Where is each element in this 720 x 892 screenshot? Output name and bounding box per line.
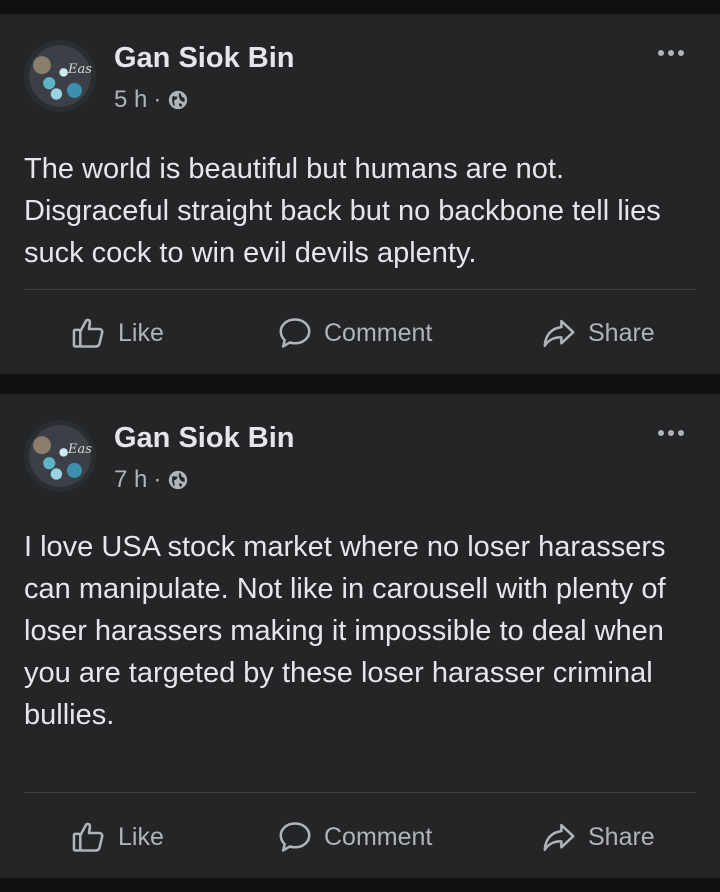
like-label: Like: [118, 822, 164, 851]
share-button[interactable]: Share: [540, 802, 655, 872]
post-actions: Like Comment Share: [24, 802, 696, 872]
author-name[interactable]: Gan Siok Bin: [114, 42, 294, 75]
comment-icon: [279, 318, 311, 348]
like-label: Like: [118, 318, 164, 347]
like-button[interactable]: Like: [70, 802, 164, 872]
more-dot-icon: [668, 430, 674, 436]
more-dot-icon: [668, 50, 674, 56]
post-meta: 5 h ·: [114, 86, 189, 114]
thumbs-up-icon: [72, 822, 104, 852]
share-icon: [543, 823, 575, 851]
post-header: Eas Gan Siok Bin 7 h ·: [24, 420, 696, 500]
author-name[interactable]: Gan Siok Bin: [114, 422, 294, 455]
post-meta: 7 h ·: [114, 466, 189, 494]
comment-label: Comment: [324, 822, 433, 851]
more-dot-icon: [658, 50, 664, 56]
comment-button[interactable]: Comment: [276, 802, 432, 872]
comment-icon: [279, 822, 311, 852]
more-dot-icon: [678, 50, 684, 56]
post-header: Eas Gan Siok Bin 5 h ·: [24, 40, 696, 120]
avatar[interactable]: Eas: [24, 420, 96, 492]
avatar-text: Eas: [68, 442, 92, 457]
comment-label: Comment: [324, 318, 433, 347]
post-card: Eas Gan Siok Bin 7 h · I love USA stock …: [0, 394, 720, 878]
divider: [24, 792, 696, 793]
divider: [24, 289, 696, 290]
share-button[interactable]: Share: [540, 298, 655, 368]
globe-icon: [169, 470, 188, 490]
post-actions: Like Comment Share: [24, 298, 696, 368]
like-button[interactable]: Like: [70, 298, 164, 368]
avatar-text: Eas: [68, 62, 92, 77]
share-icon: [543, 319, 575, 347]
meta-separator: ·: [153, 466, 162, 493]
post-time[interactable]: 7 h: [114, 466, 147, 494]
share-label: Share: [588, 318, 655, 347]
share-label: Share: [588, 822, 655, 851]
meta-separator: ·: [153, 86, 162, 113]
more-options-button[interactable]: [654, 424, 688, 442]
more-dot-icon: [658, 430, 664, 436]
comment-button[interactable]: Comment: [276, 298, 432, 368]
more-options-button[interactable]: [654, 44, 688, 62]
post-text: I love USA stock market where no loser h…: [24, 531, 666, 731]
more-dot-icon: [678, 430, 684, 436]
news-feed: Eas Gan Siok Bin 5 h · The world is beau…: [0, 0, 720, 892]
post-time[interactable]: 5 h: [114, 86, 147, 114]
post-text: The world is beautiful but humans are no…: [24, 153, 661, 269]
post-card: Eas Gan Siok Bin 5 h · The world is beau…: [0, 14, 720, 374]
thumbs-up-icon: [72, 318, 104, 348]
avatar[interactable]: Eas: [24, 40, 96, 112]
globe-icon: [169, 90, 188, 110]
